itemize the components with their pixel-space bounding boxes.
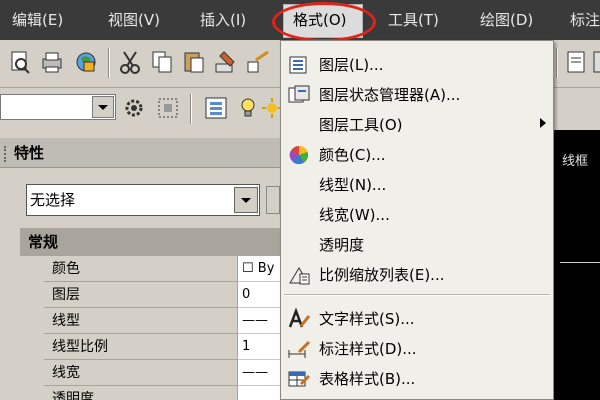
property-row-transparency[interactable]: 透明度 (44, 386, 280, 400)
toolbar-separator (556, 48, 558, 78)
menu-item-layer-tools[interactable]: 图层工具(O) (281, 110, 553, 140)
print-preview-icon[interactable] (38, 48, 66, 76)
selection-combo-arrow[interactable] (234, 187, 258, 213)
calculator-icon[interactable] (590, 48, 600, 76)
section-general-label: 常规 (28, 233, 59, 251)
palette-grip-handle[interactable] (4, 146, 10, 162)
property-row-color[interactable]: 颜色 ☐ By (44, 256, 280, 282)
menu-dimension[interactable]: 标注 (570, 0, 600, 40)
property-value[interactable]: —— (238, 360, 280, 386)
menu-item-color[interactable]: 颜色(C)... (281, 140, 553, 170)
menu-item-table-style[interactable]: 表格样式(B)... (281, 364, 553, 394)
paste-icon[interactable] (180, 48, 208, 76)
menu-item-label: 比例缩放列表(E)... (319, 266, 445, 284)
property-value[interactable]: —— (238, 308, 280, 334)
publish-web-icon[interactable] (72, 48, 100, 76)
chevron-down-icon (241, 198, 251, 203)
menu-item-layer[interactable]: 图层(L)... (281, 50, 553, 80)
workspace-combo-arrow[interactable] (92, 96, 114, 118)
menu-separator (284, 294, 550, 296)
table-style-icon (288, 371, 311, 387)
menu-insert[interactable]: 插入(I) (200, 0, 246, 40)
dim-style-icon (288, 340, 311, 358)
property-name: 透明度 (44, 386, 238, 400)
submenu-arrow-icon (540, 118, 546, 128)
menu-item-label: 图层(L)... (319, 56, 384, 74)
drawing-line (560, 262, 600, 263)
menu-item-label: 图层状态管理器(A)... (319, 86, 461, 104)
menu-item-label: 表格样式(B)... (319, 370, 416, 388)
property-name: 线型 (44, 308, 238, 334)
property-value[interactable]: 0 (238, 282, 280, 308)
layer-properties-icon[interactable] (202, 94, 230, 122)
selection-combo-value: 无选择 (30, 191, 76, 209)
menu-tools[interactable]: 工具(T) (388, 0, 439, 40)
menu-item-label: 透明度 (319, 236, 365, 254)
block-editor-icon[interactable] (244, 48, 272, 76)
menu-item-label: 线型(N)... (319, 176, 387, 194)
menu-item-transparency[interactable]: 透明度 (281, 230, 553, 260)
property-row-linetype[interactable]: 线型 —— (44, 308, 280, 334)
menu-item-text-style[interactable]: 文字样式(S)... (281, 304, 553, 334)
sheet-set-icon[interactable] (562, 48, 590, 76)
layer-states-icon (288, 85, 310, 103)
property-row-linetype-scale[interactable]: 线型比例 1 (44, 334, 280, 360)
menu-item-layer-states[interactable]: 图层状态管理器(A)... (281, 80, 553, 110)
property-value[interactable] (238, 386, 280, 400)
property-row-lineweight[interactable]: 线宽 —— (44, 360, 280, 386)
menu-item-label: 线宽(W)... (319, 206, 390, 224)
menu-edit[interactable]: 编辑(E) (12, 0, 63, 40)
chevron-down-icon (98, 105, 108, 110)
toolbar-separator (108, 48, 110, 78)
menu-item-label: 颜色(C)... (319, 146, 386, 164)
viewport-style-label[interactable]: 线框 (562, 150, 588, 169)
menu-draw[interactable]: 绘图(D) (480, 0, 533, 40)
open-document-icon[interactable] (6, 48, 34, 76)
layers-icon (289, 56, 307, 74)
property-name: 线型比例 (44, 334, 238, 360)
toolbar-separator (190, 94, 192, 124)
quick-select-button[interactable] (266, 186, 280, 214)
text-style-icon (288, 308, 311, 328)
color-wheel-icon (289, 145, 309, 165)
scale-list-icon (289, 267, 310, 285)
cut-icon[interactable] (116, 48, 144, 76)
property-row-layer[interactable]: 图层 0 (44, 282, 280, 308)
menu-view[interactable]: 视图(V) (108, 0, 160, 40)
settings-gear-icon[interactable] (120, 94, 148, 122)
property-name: 颜色 (44, 256, 238, 282)
properties-title: 特性 (14, 144, 45, 162)
menu-item-linetype[interactable]: 线型(N)... (281, 170, 553, 200)
match-properties-icon[interactable] (212, 48, 240, 76)
copy-icon[interactable] (148, 48, 176, 76)
menu-item-lineweight[interactable]: 线宽(W)... (281, 200, 553, 230)
menu-item-label: 文字样式(S)... (319, 310, 415, 328)
drawing-canvas[interactable] (554, 130, 600, 400)
property-value[interactable]: 1 (238, 334, 280, 360)
workspace-toggle-icon[interactable] (154, 94, 182, 122)
property-name: 线宽 (44, 360, 238, 386)
menu-item-scale-list[interactable]: 比例缩放列表(E)... (281, 260, 553, 290)
menu-item-dimension-style[interactable]: 标注样式(D)... (281, 334, 553, 364)
menu-item-label: 图层工具(O) (319, 116, 403, 134)
section-general-header[interactable] (20, 228, 280, 256)
menu-item-label: 标注样式(D)... (319, 340, 417, 358)
highlight-annotation-circle (272, 2, 376, 42)
property-name: 图层 (44, 282, 238, 308)
property-value[interactable]: ☐ By (238, 256, 280, 282)
